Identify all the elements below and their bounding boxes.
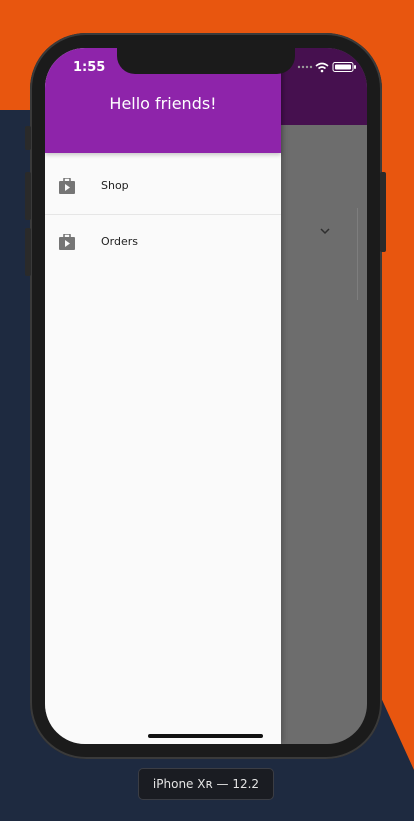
shop-icon [59,178,75,194]
battery-icon [332,62,356,72]
simulator-desktop: Hello friends! Shop Orders 1:55 iPhone X… [0,0,414,821]
menu-item-orders[interactable]: Orders [45,214,281,270]
notch [117,48,295,74]
navigation-drawer: Hello friends! Shop Orders [45,48,281,744]
home-indicator[interactable] [148,734,263,738]
signal-icon [297,65,313,69]
drawer-title: Hello friends! [109,94,217,113]
device-label: iPhone Xʀ — 12.2 [138,768,274,800]
status-indicators [297,62,356,73]
chevron-down-icon[interactable] [318,224,332,238]
menu-item-label: Orders [101,235,138,248]
volume-up-button [25,172,31,220]
power-button [380,172,386,252]
menu-item-label: Shop [101,179,129,192]
wifi-icon [315,62,329,73]
app-divider [357,208,358,300]
shop-icon [59,234,75,250]
phone-screen: Hello friends! Shop Orders 1:55 [45,48,367,744]
volume-down-button [25,228,31,276]
status-time: 1:55 [73,60,106,75]
mute-switch [25,126,31,150]
menu-item-shop[interactable]: Shop [45,158,281,214]
